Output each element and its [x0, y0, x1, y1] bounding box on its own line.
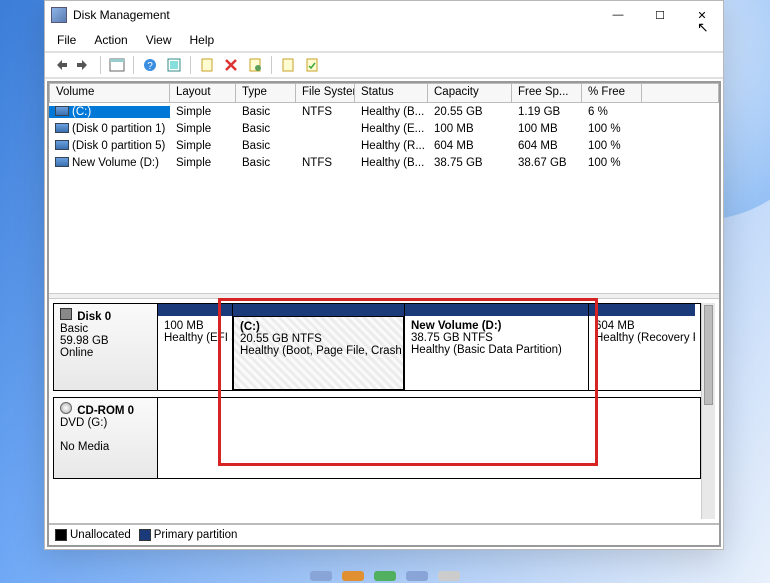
col-filesystem[interactable]: File System	[296, 83, 355, 103]
volume-row[interactable]: (Disk 0 partition 1)SimpleBasicHealthy (…	[49, 120, 719, 137]
taskbar-icons	[0, 569, 770, 583]
toolbar-separator	[271, 56, 272, 74]
taskbar-icon[interactable]	[310, 571, 332, 581]
taskbar-icon[interactable]	[342, 571, 364, 581]
options-button[interactable]	[301, 54, 323, 76]
cdrom-empty	[158, 398, 700, 478]
volume-row[interactable]: (C:)SimpleBasicNTFSHealthy (B...20.55 GB…	[49, 103, 719, 120]
panel-icon	[109, 57, 125, 73]
volume-list[interactable]: (C:)SimpleBasicNTFSHealthy (B...20.55 GB…	[49, 103, 719, 293]
close-button[interactable]: ✕	[681, 1, 723, 29]
legend-primary: Primary partition	[154, 529, 238, 541]
taskbar-icon[interactable]	[438, 571, 460, 581]
partition-stripe	[233, 304, 404, 316]
back-button[interactable]	[49, 54, 71, 76]
cdrom-sub: DVD (G:)	[60, 417, 107, 429]
menubar: File Action View Help	[45, 29, 723, 51]
volume-row[interactable]: New Volume (D:)SimpleBasicNTFSHealthy (B…	[49, 154, 719, 171]
partition[interactable]: 100 MBHealthy (EFI S	[158, 304, 233, 390]
refresh-icon	[166, 57, 182, 73]
legend-unallocated: Unallocated	[70, 529, 131, 541]
maximize-icon: ☐	[655, 9, 665, 22]
col-capacity[interactable]: Capacity	[428, 83, 512, 103]
toolbar-separator	[100, 56, 101, 74]
partition-stripe	[405, 304, 588, 316]
maximize-button[interactable]: ☐	[639, 1, 681, 29]
disk-icon	[60, 308, 72, 320]
help-icon: ?	[142, 57, 158, 73]
legend: Unallocated Primary partition	[49, 523, 719, 545]
swatch-unallocated	[55, 529, 67, 541]
scrollbar-thumb[interactable]	[704, 305, 713, 405]
main-area: Volume Layout Type File System Status Ca…	[47, 81, 721, 547]
cdrom-label: CD-ROM 0	[77, 405, 134, 417]
new-button[interactable]	[196, 54, 218, 76]
format-button[interactable]	[277, 54, 299, 76]
window-title: Disk Management	[73, 8, 170, 22]
drive-icon	[55, 157, 69, 167]
cdrom-row[interactable]: CD-ROM 0 DVD (G:) No Media	[53, 397, 701, 479]
taskbar-icon[interactable]	[406, 571, 428, 581]
menu-help[interactable]: Help	[182, 31, 223, 49]
show-hide-button[interactable]	[106, 54, 128, 76]
toolbar-separator	[190, 56, 191, 74]
drive-icon	[55, 140, 69, 150]
volume-list-header: Volume Layout Type File System Status Ca…	[49, 83, 719, 103]
page-check-icon	[304, 57, 320, 73]
menu-file[interactable]: File	[49, 31, 84, 49]
graphic-scrollbar[interactable]	[701, 303, 715, 519]
col-pctfree[interactable]: % Free	[582, 83, 642, 103]
drive-icon	[55, 123, 69, 133]
partition[interactable]: 604 MBHealthy (Recovery Pa	[589, 304, 695, 390]
menu-action[interactable]: Action	[86, 31, 135, 49]
col-layout[interactable]: Layout	[170, 83, 236, 103]
minimize-icon: —	[613, 9, 624, 21]
cdrom-info: CD-ROM 0 DVD (G:) No Media	[54, 398, 158, 478]
page-icon	[199, 57, 215, 73]
col-free[interactable]: Free Sp...	[512, 83, 582, 103]
arrow-right-icon	[76, 57, 92, 73]
disk0-label: Disk 0	[77, 311, 111, 323]
disk0-partitions: 100 MBHealthy (EFI S(C:)20.55 GB NTFSHea…	[158, 304, 700, 390]
toolbar: ?	[45, 51, 723, 79]
cdrom-media: No Media	[60, 441, 109, 453]
refresh-button[interactable]	[163, 54, 185, 76]
graphic-pane: Disk 0 Basic 59.98 GB Online 100 MBHealt…	[49, 299, 719, 523]
disk-management-window: Disk Management — ☐ ✕ File Action View H…	[44, 0, 724, 550]
titlebar[interactable]: Disk Management — ☐ ✕	[45, 1, 723, 29]
partition-stripe	[589, 304, 695, 316]
minimize-button[interactable]: —	[597, 1, 639, 29]
x-icon	[223, 57, 239, 73]
forward-button[interactable]	[73, 54, 95, 76]
properties-button[interactable]	[244, 54, 266, 76]
partition-stripe	[158, 304, 232, 316]
arrow-left-icon	[52, 57, 68, 73]
cdrom-icon	[60, 402, 72, 414]
props-icon	[247, 57, 263, 73]
page2-icon	[280, 57, 296, 73]
partition[interactable]: (C:)20.55 GB NTFSHealthy (Boot, Page Fil…	[233, 304, 405, 390]
partition[interactable]: New Volume (D:)38.75 GB NTFSHealthy (Bas…	[405, 304, 589, 390]
volume-row[interactable]: (Disk 0 partition 5)SimpleBasicHealthy (…	[49, 137, 719, 154]
col-status[interactable]: Status	[355, 83, 428, 103]
col-volume[interactable]: Volume	[49, 83, 170, 103]
menu-view[interactable]: View	[138, 31, 180, 49]
delete-button[interactable]	[220, 54, 242, 76]
drive-icon	[55, 106, 69, 116]
swatch-primary	[139, 529, 151, 541]
disk0-row[interactable]: Disk 0 Basic 59.98 GB Online 100 MBHealt…	[53, 303, 701, 391]
col-extra[interactable]	[642, 83, 719, 103]
toolbar-separator	[133, 56, 134, 74]
taskbar-icon[interactable]	[374, 571, 396, 581]
col-type[interactable]: Type	[236, 83, 296, 103]
help-button[interactable]: ?	[139, 54, 161, 76]
disk0-type: Basic	[60, 323, 88, 335]
disk0-status: Online	[60, 347, 93, 359]
disk0-info: Disk 0 Basic 59.98 GB Online	[54, 304, 158, 390]
app-icon	[51, 7, 67, 23]
close-icon: ✕	[697, 9, 706, 22]
disk0-size: 59.98 GB	[60, 335, 109, 347]
svg-text:?: ?	[147, 61, 153, 72]
